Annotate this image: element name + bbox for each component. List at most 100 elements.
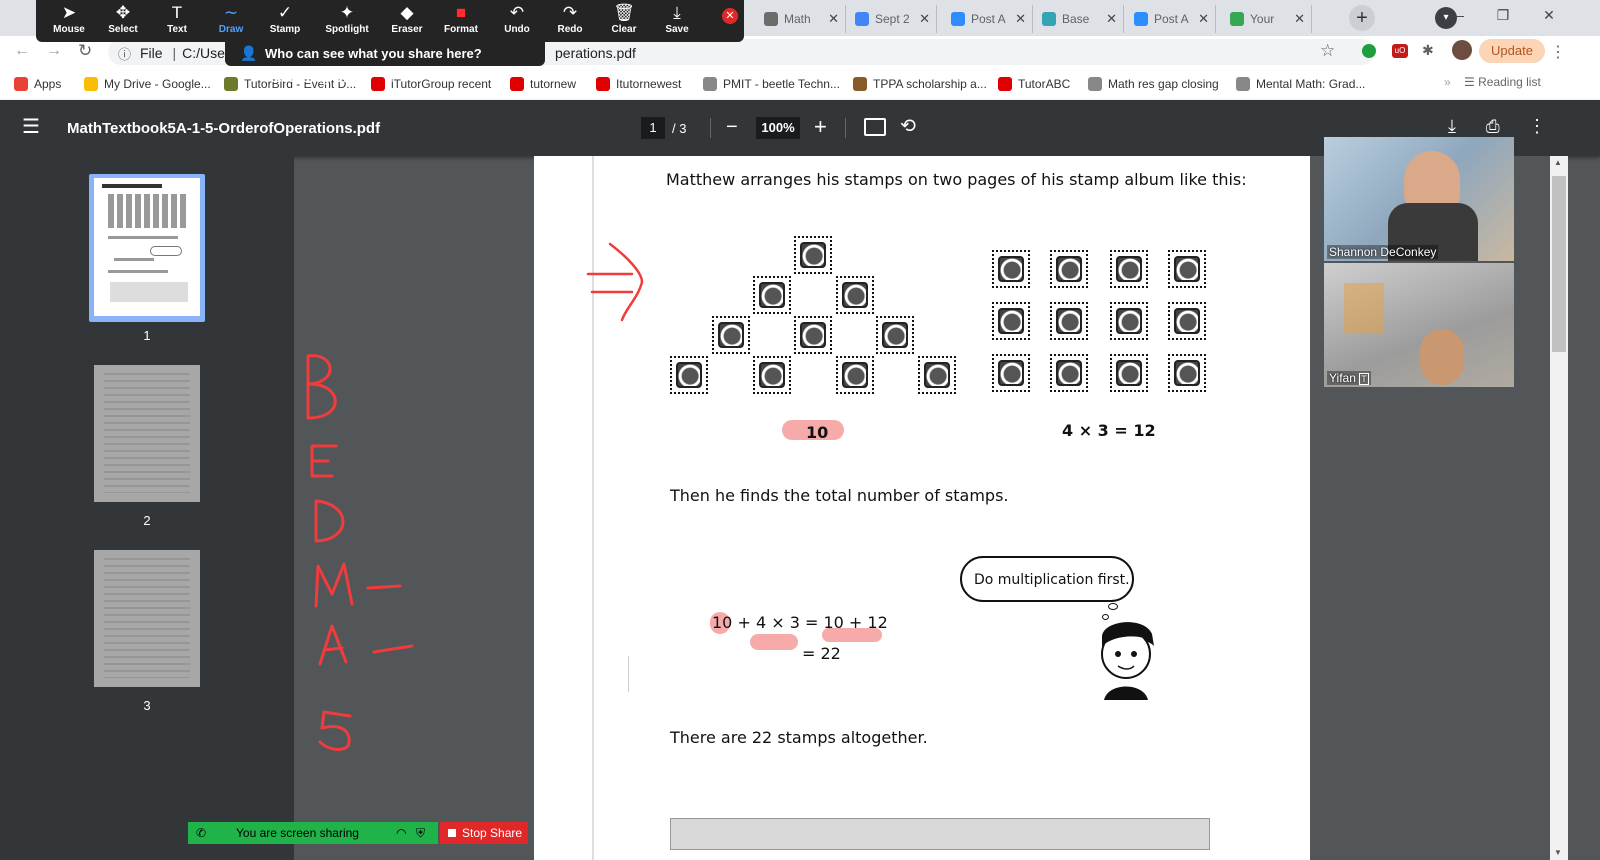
rotate-icon[interactable]: ⟲ [900,115,916,138]
bookmark-item[interactable]: Math res gap closing [1088,75,1219,93]
stamp-icon [918,356,956,394]
stamp-icon: ✓ [277,3,293,22]
tool-redo-button[interactable]: ↷ Redo [543,2,597,40]
fit-page-icon[interactable] [864,118,886,136]
tab-close-icon[interactable]: ✕ [1015,11,1026,27]
annotation-letter-b [306,354,337,420]
tool-mouse-button[interactable]: ➤ Mouse [42,2,96,40]
reload-icon[interactable]: ↻ [78,41,92,61]
scrollbar-thumb[interactable] [1552,176,1566,352]
stamp-icon [794,236,832,274]
bookmarks-overflow-icon[interactable]: » [1444,75,1451,89]
bookmark-item[interactable]: Mental Math: Grad... [1236,75,1365,93]
thumbnail-page-2[interactable] [94,365,200,502]
forward-icon[interactable]: → [46,42,62,60]
minimize-icon[interactable]: — [1434,0,1480,30]
tab-label: Math [784,12,811,26]
bookmark-item[interactable]: TutorABC [998,75,1070,93]
update-button[interactable]: Update [1479,39,1545,63]
restore-icon[interactable]: ❐ [1480,0,1526,30]
stop-share-button[interactable]: Stop Share [440,822,528,844]
pdf-page: Matthew arranges his stamps on two pages… [534,156,1310,860]
tool-label: Stamp [269,24,301,35]
tool-clear-button[interactable]: 🗑 Clear [597,2,651,40]
scroll-down-icon[interactable]: ▼ [1554,848,1562,857]
tool-save-button[interactable]: ⤓ Save [650,2,704,40]
browser-tab[interactable]: Math ✕ [758,5,846,33]
bookmark-item[interactable]: TPPA scholarship a... [853,75,987,93]
video-tile-yifan[interactable]: Yifan T [1324,263,1514,387]
tool-text-button[interactable]: T Text [150,2,204,40]
browser-tab[interactable]: Your ✕ [1224,5,1312,33]
tab-close-icon[interactable]: ✕ [1198,11,1209,27]
tool-spotlight-button[interactable]: ✦ Spotlight [320,2,374,40]
browser-menu-icon[interactable]: ⋮ [1550,42,1566,62]
tool-label: Text [167,24,187,35]
bookmark-star-icon[interactable]: ☆ [1320,41,1335,61]
bookmark-item[interactable]: Apps [14,75,61,93]
recording-banner[interactable]: Who can see what you share here? Recordi… [225,42,545,85]
equation-line-2: = 22 [802,644,841,663]
close-toolbar-icon[interactable]: ✕ [722,8,738,24]
print-icon[interactable]: ⎙ [1486,117,1500,137]
tab-close-icon[interactable]: ✕ [828,11,839,27]
tab-favicon-icon [951,12,965,26]
screen-sharing-status[interactable]: ✆ You are screen sharing ◠ ⛨ [188,822,438,844]
tab-close-icon[interactable]: ✕ [919,11,930,27]
thumbnail-page-1[interactable] [94,178,200,316]
more-options-icon[interactable]: ⋮ [1528,116,1546,137]
puzzle-icon[interactable]: ✱ [1422,42,1434,59]
bookmark-item[interactable]: PMIT - beetle Techn... [703,75,840,93]
tool-eraser-button[interactable]: ◆ Eraser [380,2,434,40]
browser-tab[interactable]: Base ✕ [1036,5,1124,33]
new-tab-button[interactable]: + [1349,5,1375,31]
tool-label: Draw [218,24,244,35]
ublock-icon[interactable]: uO [1392,44,1408,58]
download-icon[interactable]: ⤓ [1448,116,1456,137]
reading-list-button[interactable]: ☰ Reading list [1464,75,1541,89]
back-icon[interactable]: ← [14,42,30,60]
sharing-label: You are screen sharing [236,826,359,840]
tool-draw-button[interactable]: ∼ Draw [204,2,258,40]
tab-close-icon[interactable]: ✕ [1294,11,1305,27]
browser-tab[interactable]: Sept 2 ✕ [849,5,937,33]
extension-icon[interactable] [1362,44,1376,58]
boy-illustration [1101,622,1154,700]
participant-name: Yifan T [1327,371,1371,385]
tool-undo-button[interactable]: ↶ Undo [490,2,544,40]
bookmark-favicon-icon [84,77,98,91]
zoom-in-button[interactable]: + [814,114,827,140]
bookmark-item[interactable]: iTutorGroup recent [371,75,491,93]
viewer-background [1310,156,1550,860]
browser-tab[interactable]: Post A ✕ [945,5,1033,33]
viewers-icon: 👤 [240,45,258,61]
video-tile-shannon[interactable]: Shannon DeConkey [1324,137,1514,261]
thumbnail-page-3[interactable] [94,550,200,687]
close-window-icon[interactable]: ✕ [1526,0,1572,30]
left-total: 10 [806,423,829,442]
tool-stamp-button[interactable]: ✓ Stamp [258,2,312,40]
url-path-right: perations.pdf [555,45,636,61]
page-number-input[interactable]: 1 [641,117,665,139]
bookmark-item[interactable]: Itutornewest [596,75,681,93]
tool-format-button[interactable]: ■ Format [434,2,488,40]
bookmark-item[interactable]: tutornew [510,75,576,93]
menu-icon[interactable]: ☰ [22,117,42,137]
zoom-out-button[interactable]: − [726,116,738,139]
stamp-icon [1110,354,1148,392]
stamp-icon [1168,302,1206,340]
bookmark-favicon-icon [371,77,385,91]
tab-favicon-icon [1134,12,1148,26]
redo-icon: ↷ [562,3,578,22]
profile-avatar[interactable] [1452,40,1472,60]
tab-close-icon[interactable]: ✕ [1106,11,1117,27]
tool-select-button[interactable]: ✥ Select [96,2,150,40]
zoom-level-input[interactable]: 100% [756,117,800,139]
bookmark-item[interactable]: My Drive - Google... [84,75,211,93]
annotation-dash-a [372,644,414,654]
participant-video [1420,329,1464,385]
bookmark-label: Mental Math: Grad... [1256,77,1366,91]
select-icon: ✥ [115,3,131,22]
scroll-up-icon[interactable]: ▲ [1554,158,1562,167]
browser-tab[interactable]: Post A ✕ [1128,5,1216,33]
